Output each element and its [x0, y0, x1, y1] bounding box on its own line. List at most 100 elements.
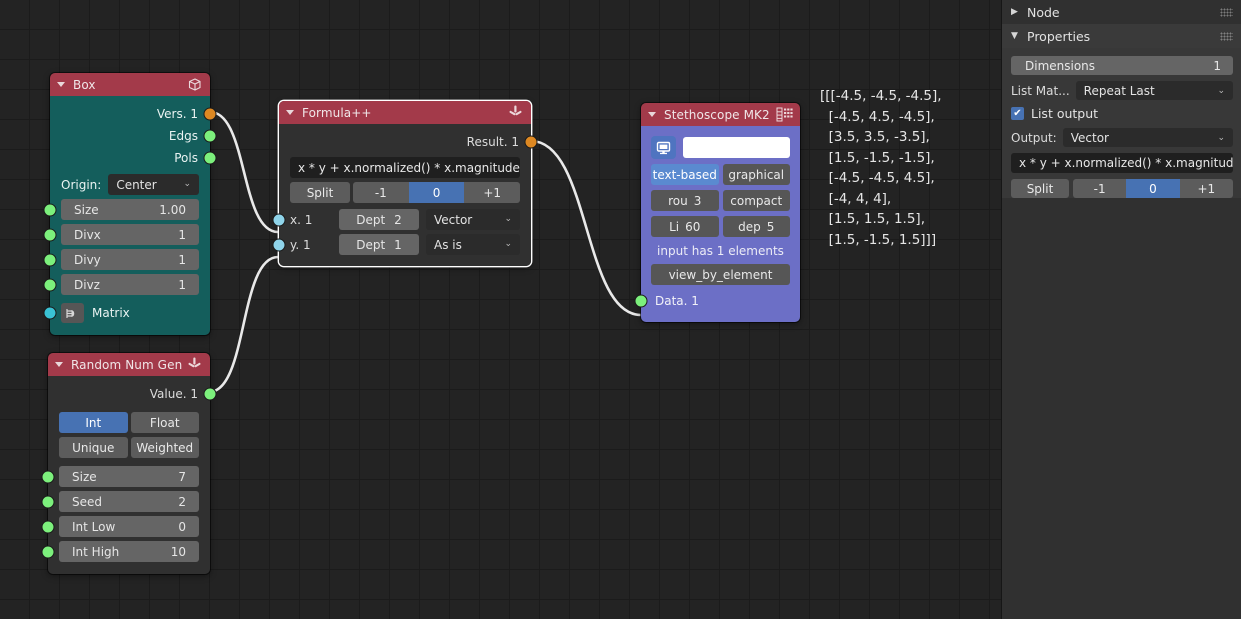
x-depth-value: 2: [394, 212, 402, 227]
properties-sidebar[interactable]: ▶ Node ▼ Properties Dimensions 1 List Ma…: [1001, 0, 1241, 619]
text-based-button[interactable]: text-based: [651, 164, 719, 185]
step-zero-button[interactable]: 0: [408, 182, 465, 203]
y-depth-value: 1: [394, 237, 402, 252]
sidebar-step-minus-one-button[interactable]: -1: [1073, 179, 1127, 198]
list-output-checkbox[interactable]: ✔: [1011, 107, 1024, 120]
size-socket[interactable]: [41, 470, 55, 483]
origin-dropdown[interactable]: Center ⌄: [108, 174, 199, 195]
param-divx-label: Divx: [74, 227, 101, 242]
param-size-value: 1.00: [159, 202, 186, 217]
split-button[interactable]: Split: [290, 182, 350, 203]
int-high-socket[interactable]: [41, 545, 55, 558]
spreadsheet-icon: [776, 107, 793, 122]
list-match-value: Repeat Last: [1083, 83, 1155, 98]
output-value: Vector: [1070, 130, 1109, 145]
x-depth-field[interactable]: Dept 2: [339, 209, 419, 230]
sidebar-formula-input[interactable]: x * y + x.normalized() * x.magnitude: [1011, 153, 1233, 173]
sidebar-step-plus-one-button[interactable]: +1: [1179, 179, 1233, 198]
param-size[interactable]: Size 1.00: [43, 199, 199, 220]
divz-socket[interactable]: [43, 278, 57, 291]
param-divz-value: 1: [178, 277, 186, 292]
vertices-socket[interactable]: [203, 107, 217, 121]
y-socket[interactable]: [272, 238, 286, 252]
y-mode-dropdown[interactable]: As is ⌄: [426, 234, 520, 255]
depth-label: dep: [738, 219, 761, 234]
color-swatch-field[interactable]: [683, 137, 790, 158]
node-stethoscope[interactable]: Stethoscope MK2 text-based graphical rou…: [634, 103, 800, 322]
panel-header-properties[interactable]: ▼ Properties: [1002, 24, 1241, 48]
x-mode-dropdown[interactable]: Vector ⌄: [426, 209, 520, 230]
lines-field[interactable]: Li 60: [651, 216, 719, 237]
node-formula[interactable]: Formula++ Result. 1 x * y + x.normalized…: [272, 101, 538, 266]
collapse-triangle-icon[interactable]: [286, 110, 294, 115]
compact-button[interactable]: compact: [722, 190, 790, 211]
list-output-row[interactable]: ✔ List output: [1011, 106, 1233, 121]
node-random-num-gen[interactable]: Random Num Gen Value. 1 Int Float Unique…: [41, 353, 217, 574]
panel-header-node[interactable]: ▶ Node: [1002, 0, 1241, 24]
node-random-body: Value. 1 Int Float Unique Weighted Size …: [41, 376, 217, 574]
param-divz[interactable]: Divz 1: [43, 274, 199, 295]
param-int-high-value: 10: [170, 544, 186, 559]
data-socket[interactable]: [634, 294, 648, 308]
node-formula-title: Formula++: [302, 105, 372, 120]
depth-field[interactable]: dep 5: [722, 216, 790, 237]
y-depth-field[interactable]: Dept 1: [339, 234, 419, 255]
box-params: Size 1.00 Divx 1 Divy 1 Divz 1: [43, 199, 210, 295]
param-seed[interactable]: Seed 2: [41, 491, 199, 512]
node-box-header[interactable]: Box: [50, 73, 210, 96]
output-dropdown[interactable]: Vector ⌄: [1062, 128, 1233, 147]
object-link-icon[interactable]: [61, 303, 84, 323]
output-label-vertices: Vers. 1: [156, 107, 198, 121]
param-divx-value: 1: [178, 227, 186, 242]
stethoscope-round-row: rou 3 compact: [641, 190, 800, 211]
value-socket[interactable]: [203, 387, 217, 401]
step-plus-one-button[interactable]: +1: [464, 182, 521, 203]
socket-row-value: Value. 1: [48, 383, 217, 405]
node-editor-canvas[interactable]: Box Vers. 1 Edgs Pols Origin: Center ⌄ S…: [0, 0, 1001, 619]
divx-socket[interactable]: [43, 228, 57, 241]
x-socket[interactable]: [272, 213, 286, 227]
sidebar-split-button[interactable]: Split: [1011, 179, 1069, 198]
collapse-triangle-icon[interactable]: [57, 82, 65, 87]
formula-controls: x * y + x.normalized() * x.magnitude Spl…: [279, 157, 531, 203]
param-int-low[interactable]: Int Low 0: [41, 516, 199, 537]
rounding-field[interactable]: rou 3: [651, 190, 719, 211]
dimensions-field[interactable]: Dimensions 1: [1011, 56, 1233, 75]
weighted-button[interactable]: Weighted: [130, 437, 199, 458]
seed-socket[interactable]: [41, 495, 55, 508]
param-seed-value: 2: [178, 494, 186, 509]
list-match-dropdown[interactable]: Repeat Last ⌄: [1075, 81, 1233, 100]
output-label-edges: Edgs: [168, 129, 198, 143]
grip-icon[interactable]: [1220, 31, 1233, 41]
polygons-socket[interactable]: [203, 151, 217, 165]
graphical-button[interactable]: graphical: [722, 164, 790, 185]
sidebar-step-zero-button[interactable]: 0: [1126, 179, 1180, 198]
view-by-element-button[interactable]: view_by_element: [651, 264, 790, 285]
int-low-socket[interactable]: [41, 520, 55, 533]
collapse-triangle-icon[interactable]: [55, 362, 63, 367]
random-type-row: Int Float: [59, 412, 199, 433]
param-divx[interactable]: Divx 1: [43, 224, 199, 245]
unique-button[interactable]: Unique: [59, 437, 128, 458]
float-button[interactable]: Float: [130, 412, 199, 433]
step-minus-one-button[interactable]: -1: [353, 182, 409, 203]
divy-socket[interactable]: [43, 253, 57, 266]
param-random-size[interactable]: Size 7: [41, 466, 199, 487]
size-socket[interactable]: [43, 203, 57, 216]
edges-socket[interactable]: [203, 129, 217, 143]
result-socket[interactable]: [524, 135, 538, 149]
int-button[interactable]: Int: [59, 412, 128, 433]
collapse-triangle-icon[interactable]: [648, 112, 656, 117]
param-divy-value: 1: [178, 252, 186, 267]
node-box[interactable]: Box Vers. 1 Edgs Pols Origin: Center ⌄ S…: [43, 73, 217, 335]
random-mode-row: Unique Weighted: [59, 437, 199, 458]
grip-icon[interactable]: [1220, 7, 1233, 17]
formula-input[interactable]: x * y + x.normalized() * x.magnitude: [290, 157, 520, 178]
node-stethoscope-header[interactable]: Stethoscope MK2: [641, 103, 800, 126]
node-random-header[interactable]: Random Num Gen: [48, 353, 210, 376]
param-int-high[interactable]: Int High 10: [41, 541, 199, 562]
matrix-socket[interactable]: [43, 306, 57, 320]
monitor-icon[interactable]: [651, 136, 676, 159]
param-divy[interactable]: Divy 1: [43, 249, 199, 270]
node-formula-header[interactable]: Formula++: [279, 101, 531, 124]
